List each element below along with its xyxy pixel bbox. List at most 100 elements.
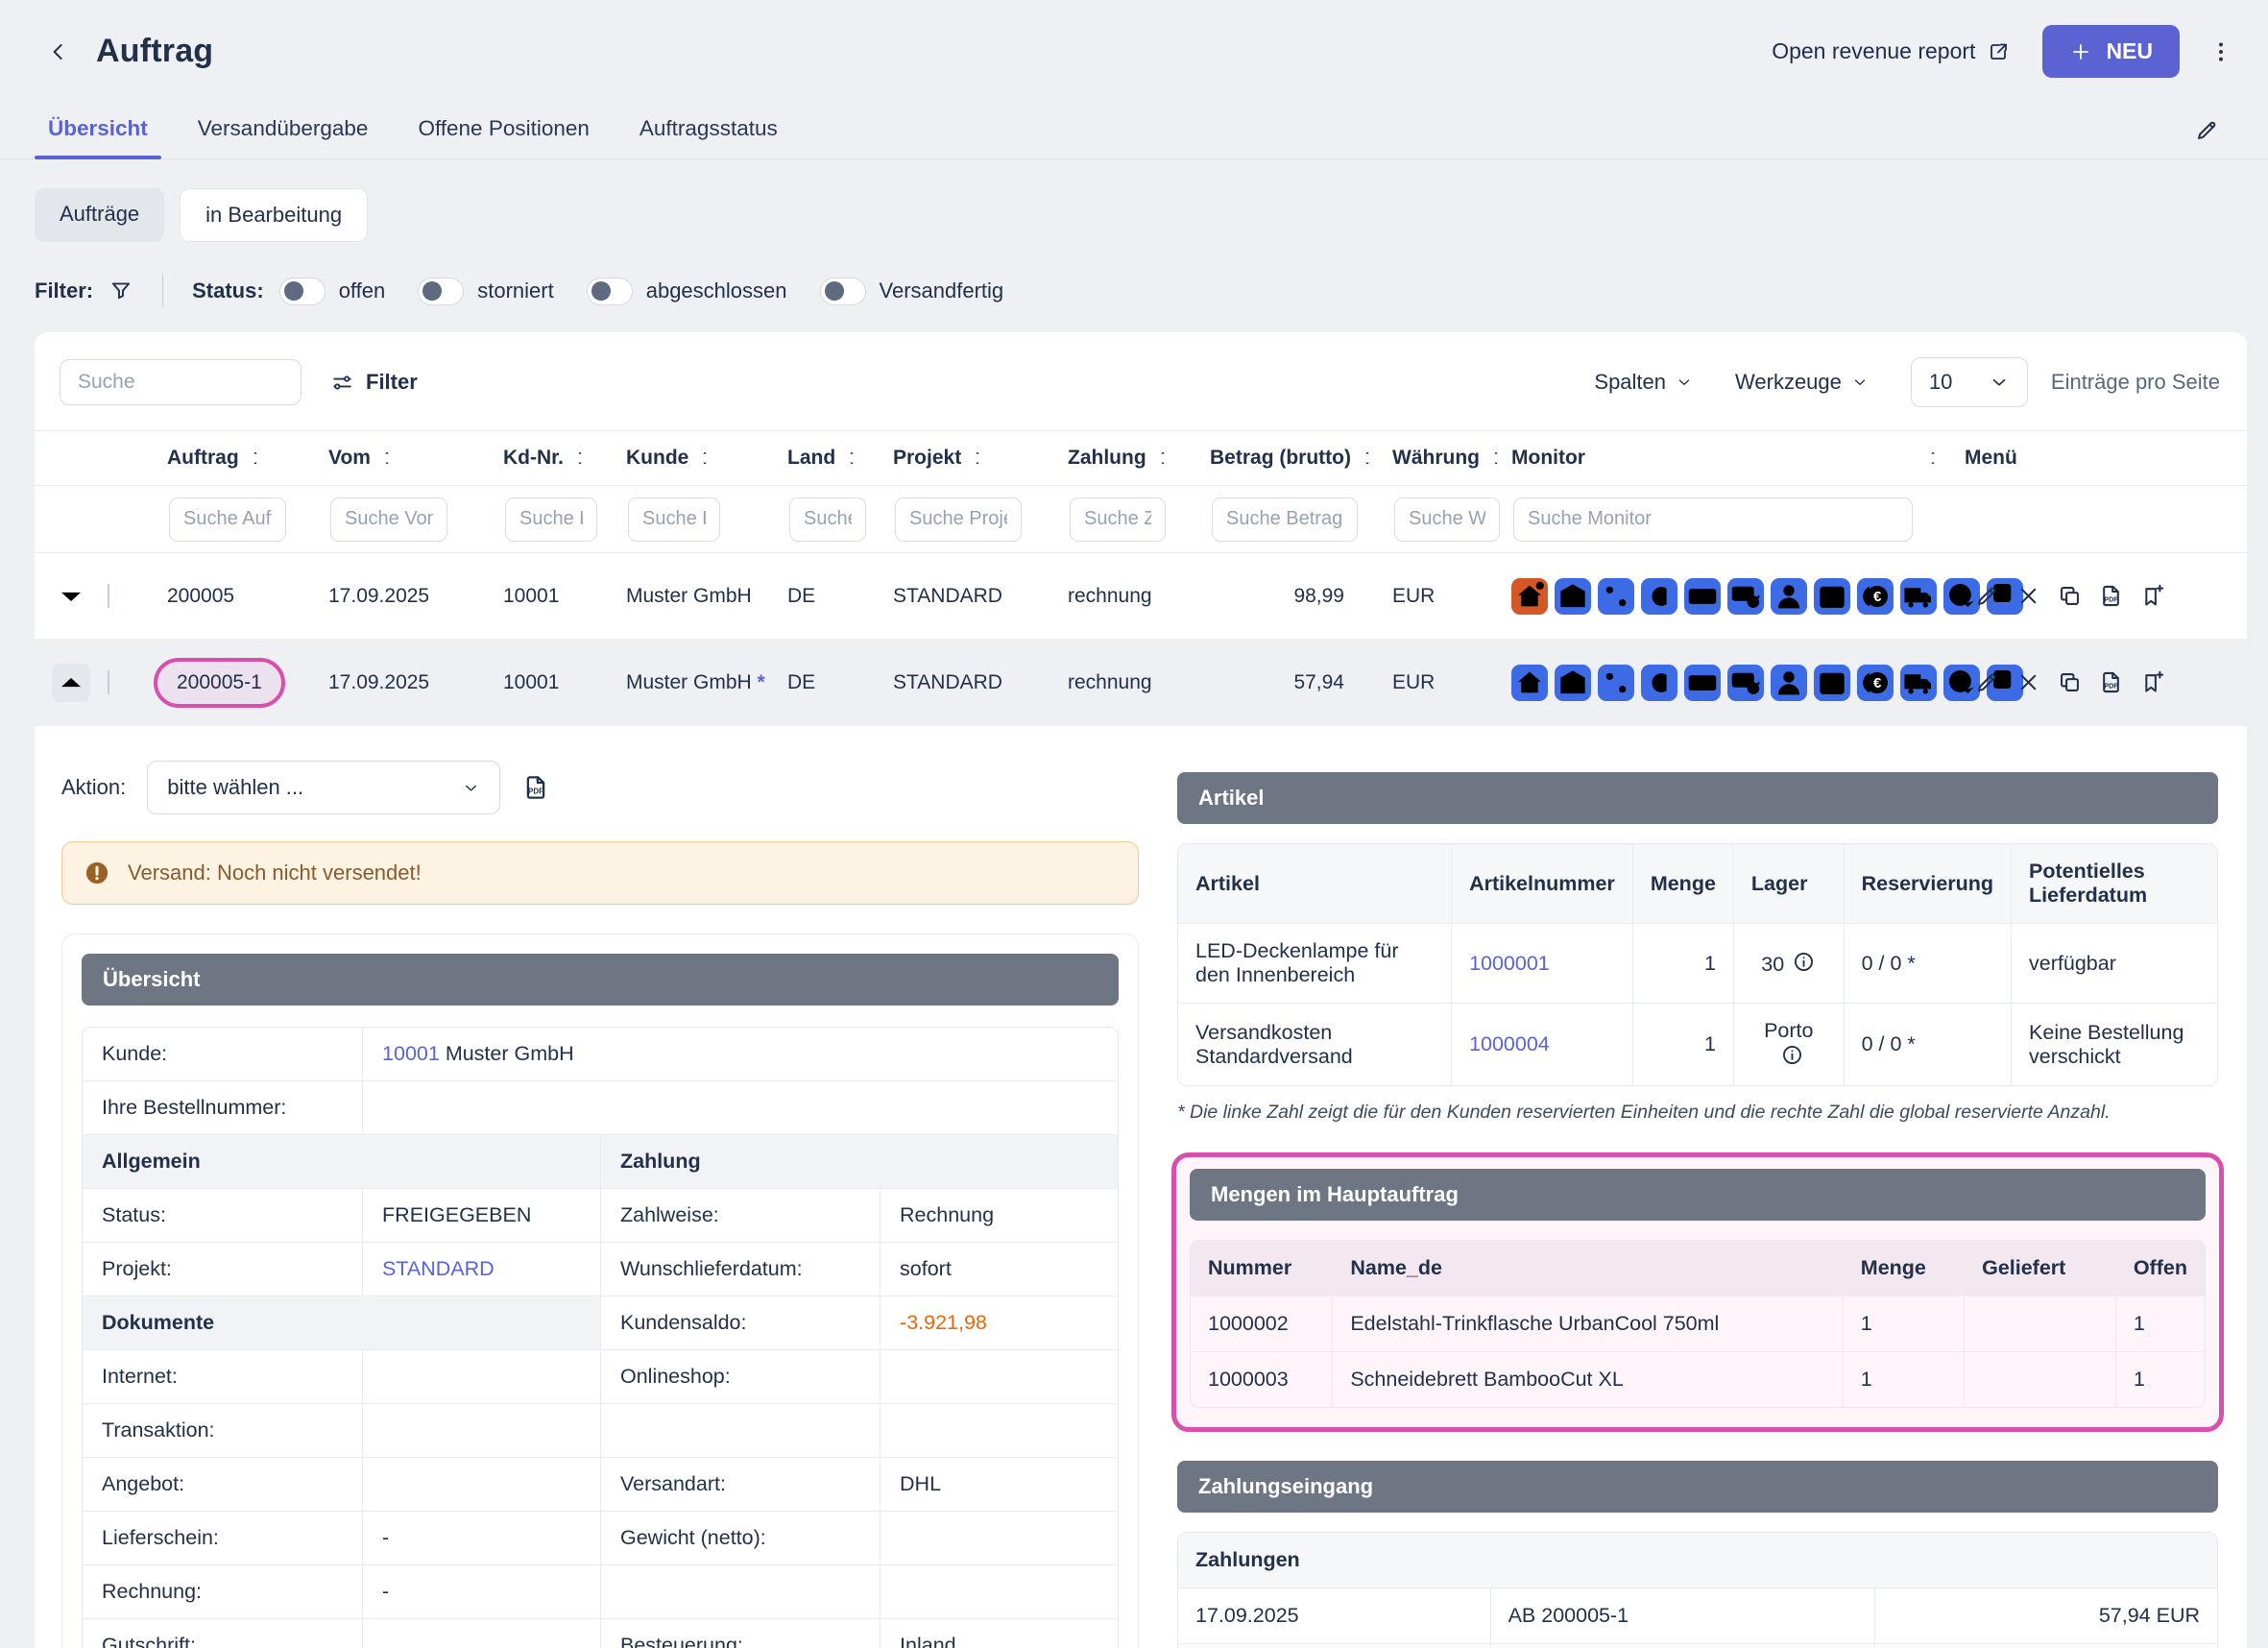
funnel-icon[interactable]	[109, 279, 133, 303]
revenue-report-link[interactable]: Open revenue report	[1772, 38, 2010, 64]
monitor-calendar-icon[interactable]	[1814, 665, 1850, 701]
column-header-menu[interactable]: Menü	[1961, 441, 2247, 475]
monitor-banknote-icon[interactable]	[1684, 578, 1721, 615]
row-action-bookmark-plus-icon[interactable]	[2139, 583, 2165, 609]
row-action-copy-icon[interactable]	[2057, 669, 2083, 695]
column-search-vom[interactable]	[330, 497, 447, 542]
column-search-kd[interactable]	[505, 497, 597, 542]
tab-auftragsstatus[interactable]: Auftragsstatus	[626, 103, 791, 158]
artikel-number-link[interactable]: 1000001	[1469, 952, 1550, 975]
monitor-person-icon[interactable]	[1771, 665, 1807, 701]
monitor-banknote-icon[interactable]	[1684, 665, 1721, 701]
toolbar-filter-button[interactable]: Filter	[330, 370, 418, 395]
column-search-auftrag[interactable]	[169, 497, 286, 542]
monitor-percent-icon[interactable]	[1598, 665, 1634, 701]
row-action-close-icon[interactable]	[2015, 669, 2041, 695]
column-search-zahlung[interactable]	[1070, 497, 1166, 542]
sort-icon[interactable]	[1156, 448, 1170, 468]
sort-icon[interactable]	[845, 448, 858, 468]
toggle-switch[interactable]	[418, 278, 464, 305]
new-button[interactable]: NEU	[2042, 25, 2180, 78]
monitor-card-refresh-icon[interactable]	[1727, 578, 1764, 615]
artikel-number-link[interactable]: 1000004	[1469, 1032, 1550, 1055]
column-header-vom[interactable]: Vom	[325, 441, 499, 475]
monitor-euro-icon[interactable]	[1641, 665, 1677, 701]
row-action-copy-icon[interactable]	[2057, 583, 2083, 609]
column-search-waehrung[interactable]	[1394, 497, 1500, 542]
column-header-kunde[interactable]: Kunde	[622, 441, 784, 475]
column-header-waehrung[interactable]: Währung	[1388, 441, 1508, 475]
column-header-projekt[interactable]: Projekt	[889, 441, 1064, 475]
row-checkbox[interactable]	[108, 584, 109, 608]
sort-icon[interactable]	[573, 448, 587, 468]
monitor-mail-icon[interactable]	[1555, 665, 1591, 701]
project-link[interactable]: STANDARD	[382, 1257, 495, 1280]
tab-übersicht[interactable]: Übersicht	[35, 103, 161, 158]
chip-in-bearbeitung[interactable]: in Bearbeitung	[180, 188, 368, 242]
row-action-pencil-icon[interactable]	[1974, 669, 2000, 695]
chip-aufträge[interactable]: Aufträge	[35, 188, 164, 242]
sort-icon[interactable]	[1926, 448, 1940, 468]
monitor-mail-icon[interactable]	[1555, 578, 1591, 615]
aktion-select[interactable]: bitte wählen ...	[147, 761, 500, 814]
monitor-truck-icon[interactable]	[1900, 578, 1937, 615]
row-action-pencil-icon[interactable]	[1974, 583, 2000, 609]
column-search-land[interactable]	[789, 497, 866, 542]
sort-icon[interactable]	[1361, 448, 1374, 468]
pdf-button-icon[interactable]: PDF	[521, 773, 550, 802]
info-icon[interactable]	[1780, 1043, 1804, 1067]
column-header-betrag[interactable]: Betrag (brutto)	[1206, 441, 1388, 475]
sort-icon[interactable]	[380, 448, 394, 468]
toggle-switch[interactable]	[279, 278, 326, 305]
sort-icon[interactable]	[1489, 448, 1503, 468]
monitor-coin-euro-icon[interactable]: €	[1857, 665, 1894, 701]
back-button[interactable]	[46, 39, 71, 64]
spalten-dropdown[interactable]: Spalten	[1594, 370, 1693, 395]
order-row[interactable]: 200005-1 17.09.2025 10001 Muster GmbH * …	[35, 640, 2247, 726]
column-header-monitor[interactable]: Monitor	[1508, 441, 1961, 475]
status-toggle-storniert[interactable]: storniert	[418, 278, 553, 305]
column-header-auftrag[interactable]: Auftrag	[163, 441, 325, 475]
column-search-projekt[interactable]	[895, 497, 1022, 542]
toggle-switch[interactable]	[820, 278, 866, 305]
monitor-percent-icon[interactable]	[1598, 578, 1634, 615]
column-search-betrag[interactable]	[1212, 497, 1358, 542]
monitor-house-slash-icon[interactable]	[1511, 578, 1548, 615]
row-action-pdf-icon[interactable]: PDF	[2098, 583, 2124, 609]
row-expand-expand-button[interactable]	[52, 577, 90, 616]
column-search-kunde[interactable]	[628, 497, 720, 542]
row-expand-collapse-button[interactable]	[52, 664, 90, 702]
row-action-pdf-icon[interactable]: PDF	[2098, 669, 2124, 695]
status-toggle-offen[interactable]: offen	[279, 278, 386, 305]
werkzeuge-dropdown[interactable]: Werkzeuge	[1735, 370, 1869, 395]
column-header-zahlung[interactable]: Zahlung	[1064, 441, 1206, 475]
tab-offene positionen[interactable]: Offene Positionen	[404, 103, 602, 158]
column-header-kd[interactable]: Kd-Nr.	[499, 441, 622, 475]
sort-icon[interactable]	[249, 448, 262, 468]
status-toggle-versandfertig[interactable]: Versandfertig	[820, 278, 1004, 305]
monitor-euro-icon[interactable]	[1641, 578, 1677, 615]
search-input[interactable]	[60, 359, 302, 405]
status-toggle-abgeschlossen[interactable]: abgeschlossen	[587, 278, 787, 305]
kebab-menu-icon[interactable]	[2208, 39, 2233, 64]
column-header-land[interactable]: Land	[784, 441, 889, 475]
monitor-house-icon[interactable]	[1511, 665, 1548, 701]
monitor-person-icon[interactable]	[1771, 578, 1807, 615]
monitor-card-refresh-icon[interactable]	[1727, 665, 1764, 701]
sort-icon[interactable]	[971, 448, 984, 468]
monitor-calendar-icon[interactable]	[1814, 578, 1850, 615]
sort-icon[interactable]	[698, 448, 712, 468]
edit-pencil-icon[interactable]	[2181, 117, 2233, 158]
monitor-truck-icon[interactable]	[1900, 665, 1937, 701]
column-search-monitor[interactable]	[1513, 497, 1913, 542]
monitor-coin-euro-icon[interactable]: €	[1857, 578, 1894, 615]
info-icon[interactable]	[1792, 950, 1816, 974]
order-row[interactable]: 200005 17.09.2025 10001 Muster GmbH DE S…	[35, 553, 2247, 640]
row-checkbox[interactable]	[108, 670, 109, 694]
page-size-select[interactable]: 10	[1911, 357, 2028, 407]
row-action-close-icon[interactable]	[2015, 583, 2041, 609]
tab-versandübergabe[interactable]: Versandübergabe	[184, 103, 382, 158]
toggle-switch[interactable]	[587, 278, 633, 305]
customer-link[interactable]: 10001	[382, 1042, 440, 1065]
row-action-bookmark-plus-icon[interactable]	[2139, 669, 2165, 695]
